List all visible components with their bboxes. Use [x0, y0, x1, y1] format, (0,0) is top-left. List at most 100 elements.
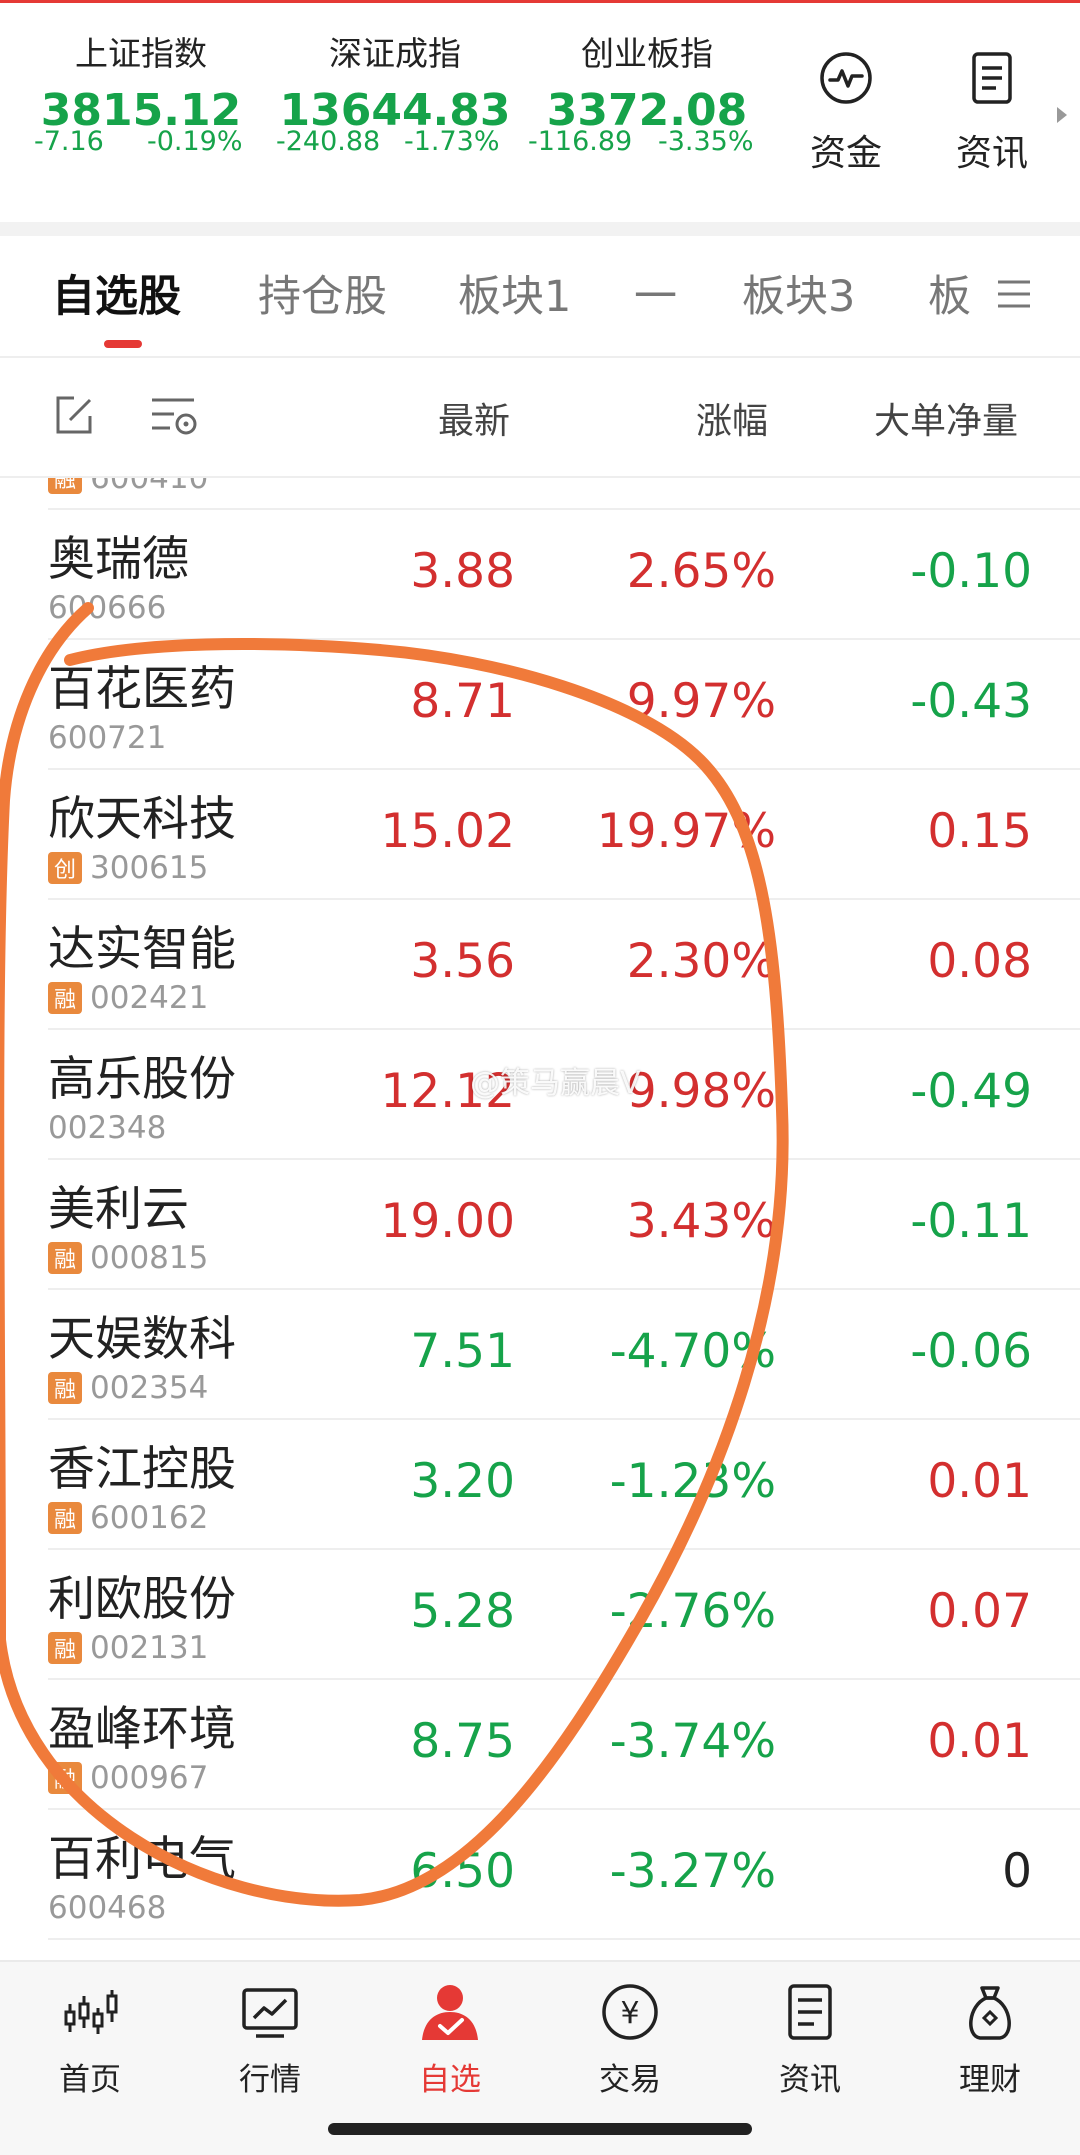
index-pct: -0.19%	[147, 126, 243, 157]
stock-change-pct: -4.70%	[609, 1324, 776, 1379]
candlestick-icon	[64, 1990, 118, 2034]
stock-price: 3.20	[410, 1454, 515, 1509]
stock-name: 奥瑞德	[48, 532, 189, 587]
stock-change-pct: -3.27%	[609, 1844, 776, 1899]
stock-code-group: 600666	[48, 590, 166, 626]
stock-name: 天娱数科	[48, 1312, 236, 1367]
stock-change-pct: -1.23%	[609, 1454, 776, 1509]
stock-code: 002131	[90, 1630, 209, 1666]
stock-price: 8.71	[410, 674, 515, 729]
stock-change-pct: 9.98%	[626, 1064, 776, 1119]
stock-row[interactable]: 百利电气 600468 6.50 -3.27% 0	[0, 1810, 1080, 1940]
tab-watchlist[interactable]: 自选股	[52, 262, 181, 324]
news-button[interactable]: 资讯	[942, 50, 1042, 176]
stock-code-group: 002348	[48, 1110, 166, 1146]
nav-watchlist[interactable]: 自选	[390, 1982, 510, 2099]
stock-code-group: 600468	[48, 1890, 166, 1926]
top-accent-line	[0, 0, 1080, 3]
home-indicator[interactable]	[328, 2123, 752, 2135]
nav-trade[interactable]: ¥ 交易	[570, 1982, 690, 2099]
stock-badge: 创	[48, 852, 82, 884]
stock-name: 百利电气	[48, 1832, 236, 1887]
column-change[interactable]: 涨幅	[696, 392, 768, 444]
partial-row: 融 600410	[48, 478, 348, 496]
nav-label: 资讯	[779, 2062, 841, 2098]
stock-code-group: 融 000815	[48, 1240, 208, 1276]
stock-net-volume: -0.43	[910, 674, 1032, 729]
divider	[0, 356, 1080, 358]
stock-row[interactable]: 欣天科技创 300615 15.02 19.97% 0.15	[0, 770, 1080, 900]
stock-badge: 融	[48, 982, 82, 1014]
stock-code-group: 融 000967	[48, 1760, 208, 1796]
section-separator	[0, 222, 1080, 236]
chart-icon	[242, 1988, 298, 2038]
stock-change-pct: -2.76%	[609, 1584, 776, 1639]
stock-code: 600721	[48, 720, 167, 756]
stock-code-group: 融 600162	[48, 1500, 208, 1536]
stock-net-volume: -0.10	[910, 544, 1032, 599]
stock-name: 达实智能	[48, 922, 236, 977]
edit-icon[interactable]	[52, 394, 96, 438]
stock-name: 美利云	[48, 1182, 189, 1237]
stock-code-group: 600721	[48, 720, 166, 756]
document-icon	[972, 52, 1012, 104]
stock-row[interactable]: 香江控股融 600162 3.20 -1.23% 0.01	[0, 1420, 1080, 1550]
nav-label: 理财	[959, 2062, 1021, 2098]
funds-button[interactable]: 资金	[796, 50, 896, 176]
stock-badge: 融	[48, 1372, 82, 1404]
stock-net-volume: -0.49	[910, 1064, 1032, 1119]
stock-net-volume: -0.11	[910, 1194, 1032, 1249]
scroll-right-icon[interactable]	[1054, 104, 1070, 126]
stock-price: 15.02	[380, 804, 515, 859]
filter-settings-icon[interactable]	[148, 394, 202, 438]
column-latest[interactable]: 最新	[438, 392, 510, 444]
stock-name: 利欧股份	[48, 1572, 236, 1627]
index-change: -7.16	[34, 126, 104, 157]
stock-name: 香江控股	[48, 1442, 236, 1497]
stock-row[interactable]: 盈峰环境融 000967 8.75 -3.74% 0.01	[0, 1680, 1080, 1810]
menu-icon[interactable]	[994, 276, 1034, 312]
stock-code: 600666	[48, 590, 167, 626]
stock-name: 高乐股份	[48, 1052, 236, 1107]
stock-row[interactable]: 美利云融 000815 19.00 3.43% -0.11	[0, 1160, 1080, 1290]
nav-market[interactable]: 行情	[210, 1982, 330, 2099]
stock-row[interactable]: 达实智能融 002421 3.56 2.30% 0.08	[0, 900, 1080, 1030]
stock-row[interactable]: 利欧股份融 002131 5.28 -2.76% 0.07	[0, 1550, 1080, 1680]
tab-sector-4[interactable]: 板	[928, 262, 971, 324]
stock-price: 19.00	[380, 1194, 515, 1249]
nav-label: 自选	[419, 2062, 481, 2098]
watermark-text: @策马赢晨V	[470, 1066, 641, 1101]
money-bag-icon	[969, 1986, 1011, 2040]
stock-price: 5.28	[410, 1584, 515, 1639]
stock-name: 盈峰环境	[48, 1702, 236, 1757]
row-divider	[48, 1938, 1080, 1940]
margin-badge: 融	[48, 478, 82, 494]
yen-icon: ¥	[602, 1984, 658, 2040]
stock-name: 百花医药	[48, 662, 236, 717]
stock-badge: 融	[48, 1762, 82, 1794]
stock-net-volume: -0.06	[910, 1324, 1032, 1379]
stock-code-group: 创 300615	[48, 850, 208, 886]
stock-net-volume: 0.01	[927, 1454, 1032, 1509]
tab-holdings[interactable]: 持仓股	[258, 262, 387, 324]
nav-label: 交易	[599, 2062, 661, 2098]
tab-sector-3[interactable]: 板块3	[742, 262, 855, 324]
column-net-volume[interactable]: 大单净量	[874, 392, 1018, 444]
nav-label: 行情	[239, 2062, 301, 2098]
tab-sector-1[interactable]: 板块1	[458, 262, 571, 324]
tab-sector-2[interactable]: 一	[634, 262, 677, 324]
nav-wealth[interactable]: 理财	[930, 1982, 1050, 2099]
nav-home[interactable]: 首页	[30, 1982, 150, 2099]
stock-row[interactable]: 奥瑞德 600666 3.88 2.65% -0.10	[0, 510, 1080, 640]
stock-net-volume: 0.07	[927, 1584, 1032, 1639]
stock-code: 300615	[90, 850, 209, 886]
stock-change-pct: 3.43%	[626, 1194, 776, 1249]
stock-code: 600162	[90, 1500, 209, 1536]
news-label: 资讯	[955, 133, 1028, 174]
nav-news[interactable]: 资讯	[750, 1982, 870, 2099]
stock-change-pct: -3.74%	[609, 1714, 776, 1769]
stock-code: 600410	[90, 478, 209, 496]
stock-row[interactable]: 天娱数科融 002354 7.51 -4.70% -0.06	[0, 1290, 1080, 1420]
stock-row[interactable]: 百花医药 600721 8.71 9.97% -0.43	[0, 640, 1080, 770]
active-tab-indicator	[104, 340, 142, 348]
